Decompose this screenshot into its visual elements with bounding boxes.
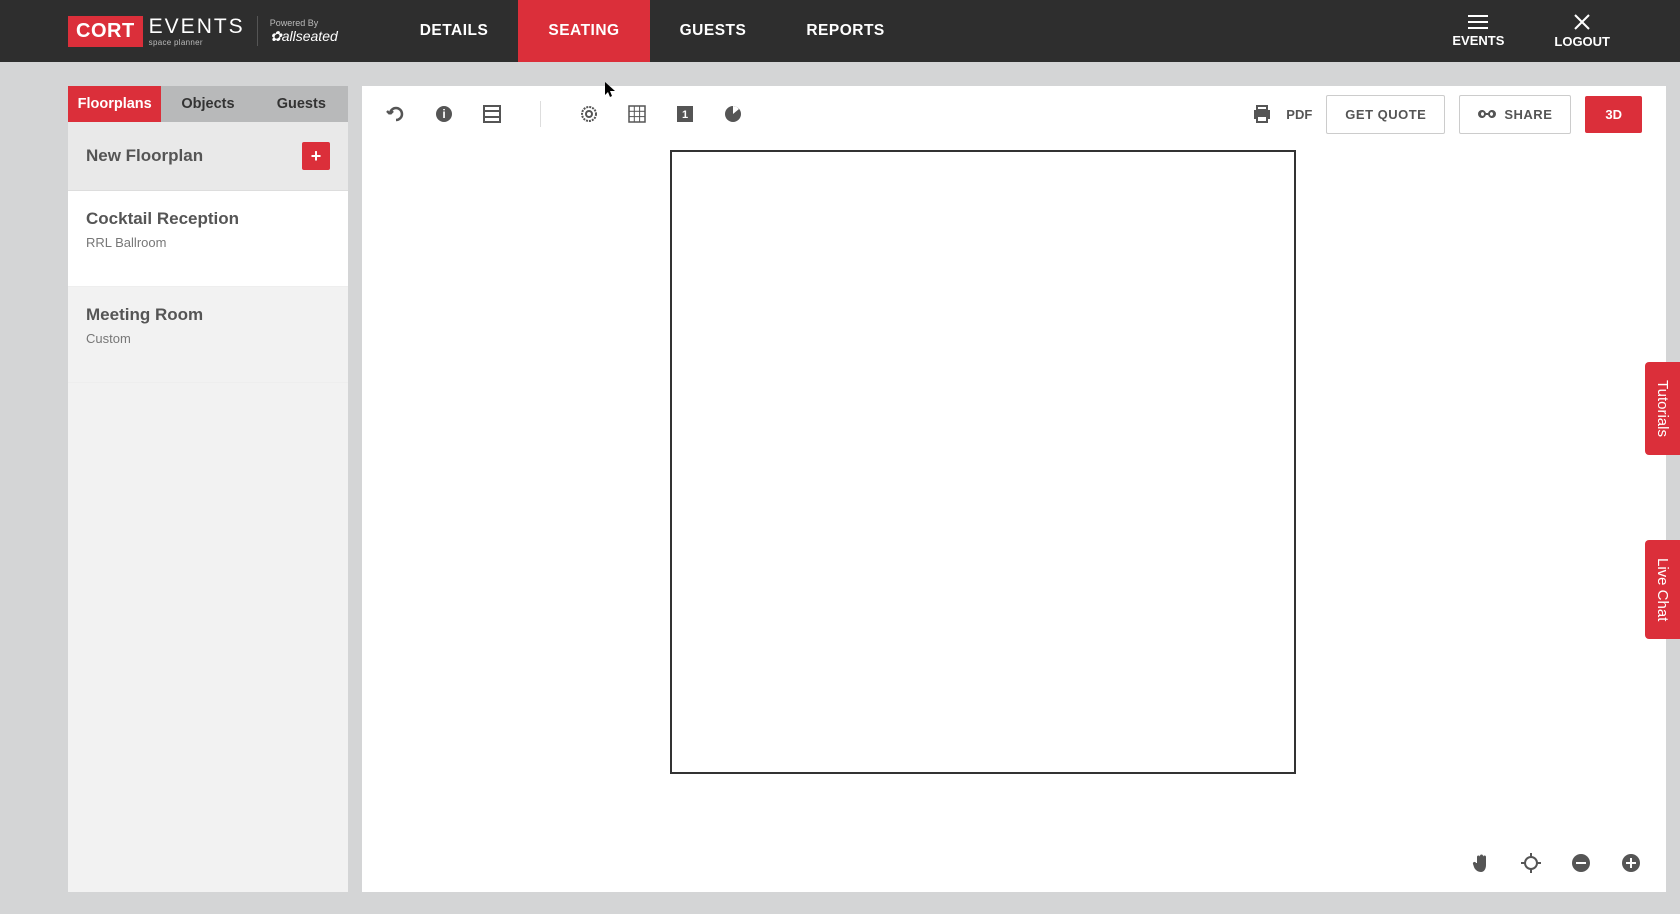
- sidebar-tabs: Floorplans Objects Guests: [68, 86, 348, 122]
- spaceplanner-text: space planner: [149, 39, 245, 47]
- floorplan-item-cocktail[interactable]: Cocktail Reception RRL Ballroom: [68, 191, 348, 287]
- events-logo-text: EVENTS: [149, 16, 245, 37]
- pie-toggle-button[interactable]: [723, 104, 743, 124]
- allseated-icon: ✿allseated: [270, 28, 350, 44]
- tutorials-tab[interactable]: Tutorials: [1645, 362, 1680, 455]
- cort-logo: CORT: [68, 16, 143, 47]
- floorplan-title: Cocktail Reception: [86, 209, 330, 229]
- canvas-area: i 1: [362, 86, 1666, 892]
- toolbar-right: PDF GET QUOTE SHARE 3D: [1252, 95, 1642, 134]
- nav-details[interactable]: DETAILS: [390, 0, 519, 62]
- topbar-right: EVENTS LOGOUT: [1402, 0, 1680, 62]
- print-button[interactable]: [1252, 104, 1272, 124]
- nav-seating[interactable]: SEATING: [518, 0, 649, 62]
- center-button[interactable]: [1520, 852, 1542, 874]
- close-icon: [1574, 14, 1590, 30]
- floorplan-subtitle: Custom: [86, 331, 330, 346]
- get-quote-button[interactable]: GET QUOTE: [1326, 95, 1445, 134]
- main-nav: DETAILS SEATING GUESTS REPORTS: [390, 0, 915, 62]
- top-navigation-bar: CORT EVENTS space planner Powered By ✿al…: [0, 0, 1680, 62]
- events-menu-button[interactable]: EVENTS: [1452, 15, 1504, 48]
- share-label: SHARE: [1504, 107, 1552, 122]
- number-box-icon: 1: [676, 105, 694, 123]
- logo-area: CORT EVENTS space planner Powered By ✿al…: [0, 0, 350, 62]
- info-icon: i: [435, 105, 453, 123]
- canvas-main[interactable]: [362, 142, 1666, 892]
- canvas-footer-controls: [1470, 852, 1642, 874]
- toolbar-divider: [540, 101, 541, 127]
- toolbar-left: i 1: [386, 101, 743, 127]
- svg-text:1: 1: [682, 109, 688, 121]
- layout-button[interactable]: [482, 104, 502, 124]
- hand-icon: [1472, 853, 1490, 873]
- floorplan-subtitle: RRL Ballroom: [86, 235, 330, 250]
- 3d-button[interactable]: 3D: [1585, 96, 1642, 133]
- floorplan-title: Meeting Room: [86, 305, 330, 325]
- canvas-toolbar: i 1: [362, 86, 1666, 142]
- nav-guests[interactable]: GUESTS: [650, 0, 777, 62]
- grid-button[interactable]: [627, 104, 647, 124]
- allseated-logo-text: ✿allseated: [270, 28, 350, 44]
- svg-text:i: i: [442, 107, 445, 121]
- link-icon: [1478, 109, 1496, 119]
- events-label: EVENTS: [1452, 33, 1504, 48]
- logout-button[interactable]: LOGOUT: [1554, 14, 1610, 49]
- zoom-out-button[interactable]: [1570, 852, 1592, 874]
- print-icon: [1252, 105, 1272, 123]
- undo-icon: [386, 104, 406, 124]
- info-button[interactable]: i: [434, 104, 454, 124]
- floorplan-item-meeting[interactable]: Meeting Room Custom: [68, 287, 348, 383]
- tab-objects[interactable]: Objects: [161, 86, 254, 122]
- new-floorplan-label: New Floorplan: [86, 146, 203, 166]
- logout-label: LOGOUT: [1554, 34, 1610, 49]
- settings-button[interactable]: [579, 104, 599, 124]
- add-floorplan-button[interactable]: +: [302, 142, 330, 170]
- floorplan-boundary[interactable]: [670, 150, 1296, 774]
- zoom-in-button[interactable]: [1620, 852, 1642, 874]
- pan-button[interactable]: [1470, 852, 1492, 874]
- plus-icon: +: [311, 146, 322, 167]
- svg-text:✿allseated: ✿allseated: [270, 28, 339, 44]
- gear-icon: [580, 105, 598, 123]
- workspace: Floorplans Objects Guests New Floorplan …: [0, 62, 1680, 914]
- sidebar: Floorplans Objects Guests New Floorplan …: [68, 86, 348, 892]
- plus-circle-icon: [1621, 853, 1641, 873]
- share-button[interactable]: SHARE: [1459, 95, 1571, 134]
- menu-icon: [1468, 15, 1488, 29]
- grid-icon: [628, 105, 646, 123]
- pdf-button[interactable]: PDF: [1286, 107, 1312, 122]
- tab-guests-sidebar[interactable]: Guests: [255, 86, 348, 122]
- logo-divider: [257, 16, 258, 46]
- number-toggle-button[interactable]: 1: [675, 104, 695, 124]
- target-icon: [1521, 853, 1541, 873]
- minus-circle-icon: [1571, 853, 1591, 873]
- nav-reports[interactable]: REPORTS: [776, 0, 914, 62]
- powered-by-text: Powered By: [270, 18, 350, 29]
- tab-floorplans[interactable]: Floorplans: [68, 86, 161, 122]
- pie-icon: [724, 105, 742, 123]
- undo-button[interactable]: [386, 104, 406, 124]
- new-floorplan-row: New Floorplan +: [68, 122, 348, 191]
- layout-icon: [483, 105, 501, 123]
- live-chat-tab[interactable]: Live Chat: [1645, 540, 1680, 639]
